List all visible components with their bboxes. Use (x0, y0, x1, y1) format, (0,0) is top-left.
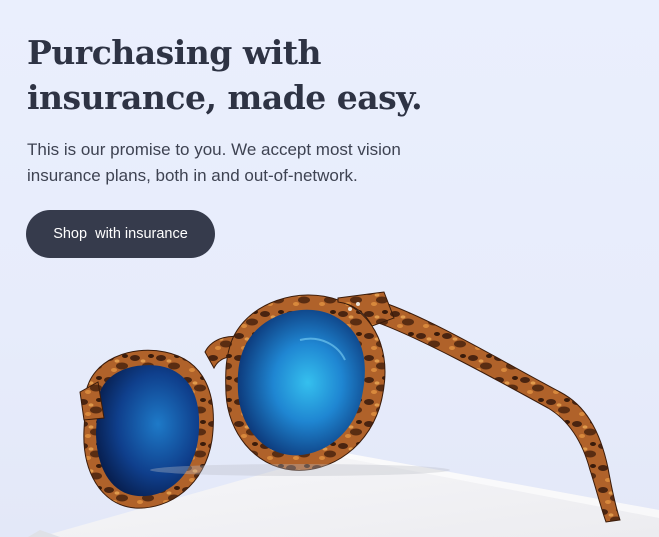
hero-banner: Purchasing with insurance, made easy. Th… (0, 0, 659, 537)
sunglasses-product-image (28, 291, 659, 537)
